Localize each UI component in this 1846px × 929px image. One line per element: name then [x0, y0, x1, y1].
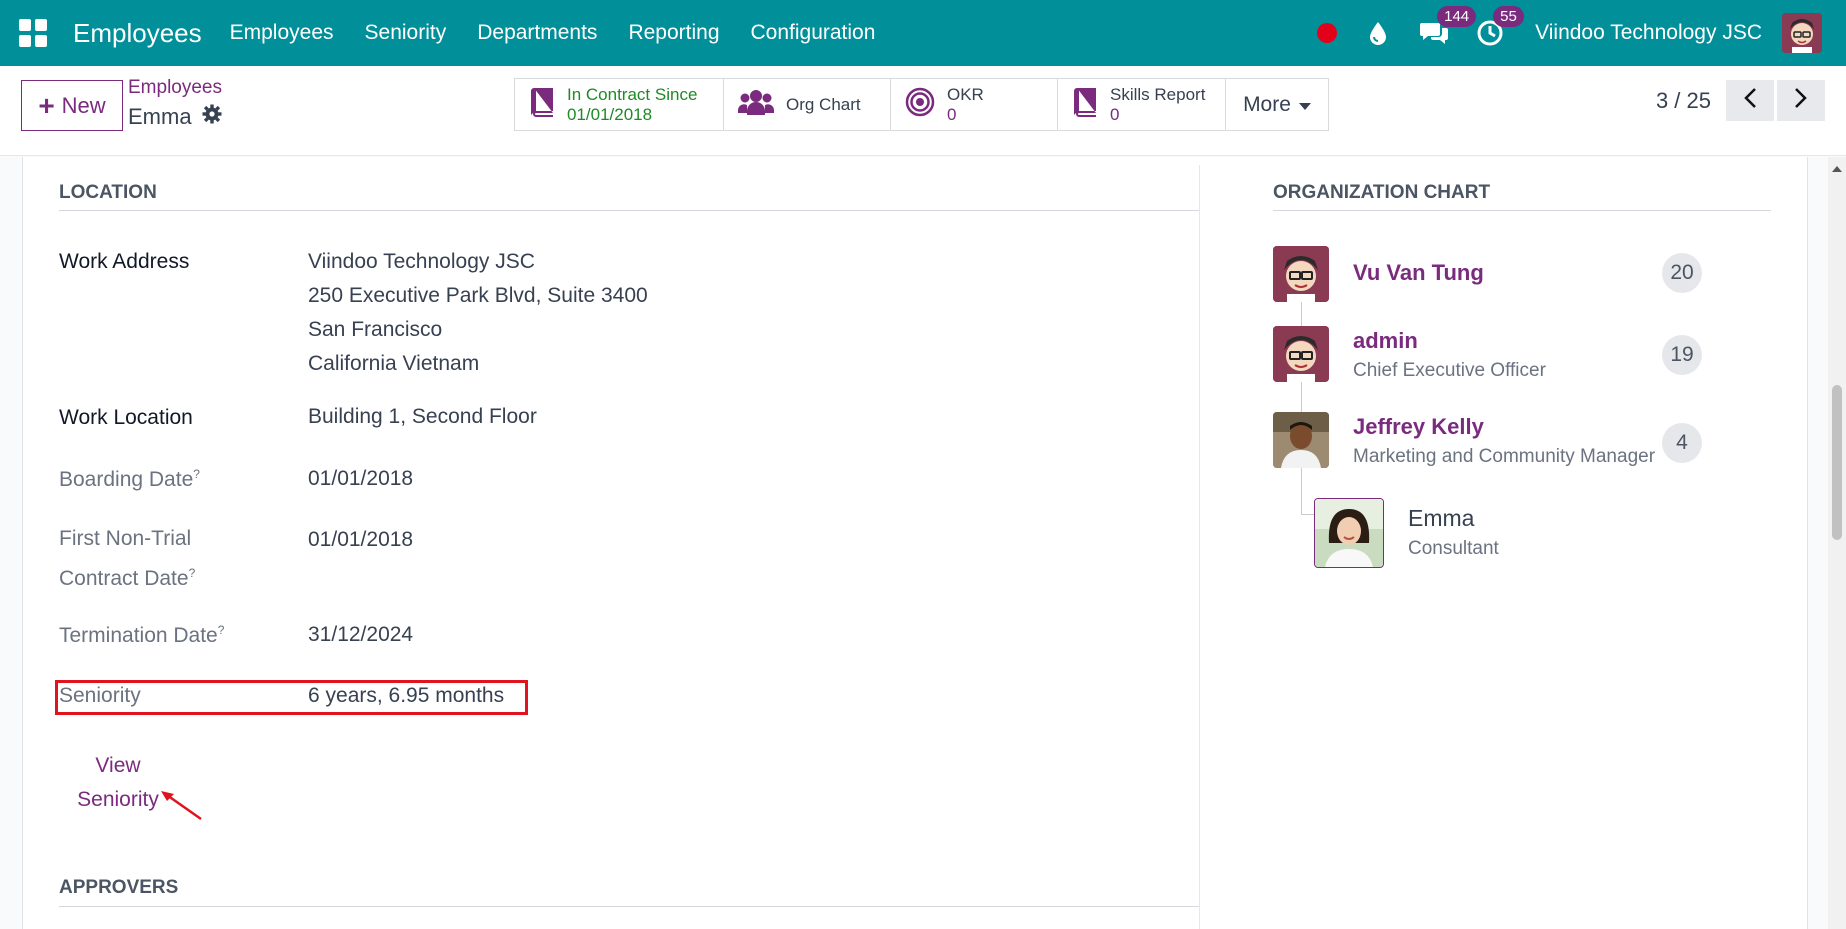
org-chart-title: ORGANIZATION CHART: [1273, 182, 1491, 203]
main-menu: Employees Seniority Departments Reportin…: [230, 21, 876, 45]
menu-seniority[interactable]: Seniority: [365, 21, 447, 45]
users-icon: [738, 88, 774, 121]
avatar[interactable]: [1273, 412, 1329, 468]
breadcrumb-parent[interactable]: Employees: [128, 77, 222, 99]
messages-icon[interactable]: 144: [1419, 6, 1477, 48]
activities-badge: 55: [1493, 6, 1524, 27]
scrollbar[interactable]: [1828, 157, 1846, 929]
org-chart-smart-button[interactable]: Org Chart: [724, 79, 891, 130]
org-manager-row[interactable]: Jeffrey Kelly Marketing and Community Ma…: [1273, 412, 1655, 468]
caret-down-icon: [1298, 93, 1311, 117]
scrollbar-thumb[interactable]: [1832, 385, 1842, 540]
subordinates-count-badge[interactable]: 20: [1662, 253, 1702, 293]
section-divider: [59, 906, 1199, 907]
org-manager-name[interactable]: admin: [1353, 328, 1546, 354]
smart-buttons: In Contract Since 01/01/2018 Org Chart OK…: [514, 78, 1329, 131]
chevron-right-icon: [1794, 87, 1808, 115]
termination-date-label: Termination Date?: [59, 623, 225, 647]
pager-next-button[interactable]: [1777, 80, 1825, 121]
activities-icon[interactable]: 55: [1475, 6, 1524, 48]
user-avatar[interactable]: [1782, 13, 1822, 53]
org-self-row: Emma Consultant: [1314, 498, 1499, 568]
drop-icon[interactable]: [1363, 18, 1393, 48]
company-switcher[interactable]: Viindoo Technology JSC: [1535, 21, 1762, 45]
avatar: [1314, 498, 1384, 568]
menu-reporting[interactable]: Reporting: [628, 21, 719, 45]
org-connector: [1301, 482, 1302, 515]
column-divider: [1199, 165, 1200, 929]
menu-departments[interactable]: Departments: [477, 21, 597, 45]
approvers-section-title: APPROVERS: [59, 877, 179, 898]
section-divider: [59, 210, 1199, 211]
org-manager-name[interactable]: Jeffrey Kelly: [1353, 414, 1655, 440]
skills-report-smart-button[interactable]: Skills Report 0: [1058, 79, 1226, 130]
termination-date-field[interactable]: 31/12/2024: [308, 618, 413, 652]
help-tooltip-icon[interactable]: ?: [218, 623, 225, 637]
work-location-label: Work Location: [59, 406, 193, 429]
org-self-job: Consultant: [1408, 538, 1499, 559]
subordinates-count-badge[interactable]: 19: [1662, 335, 1702, 375]
new-button[interactable]: + New: [21, 80, 123, 131]
boarding-date-field[interactable]: 01/01/2018: [308, 462, 413, 496]
messages-badge: 144: [1437, 6, 1477, 27]
pager-previous-button[interactable]: [1726, 80, 1774, 121]
org-connector: [1301, 514, 1314, 515]
plus-icon: +: [38, 89, 55, 121]
section-divider: [1273, 210, 1771, 211]
record-icon[interactable]: [1317, 23, 1338, 43]
subordinates-count-badge[interactable]: 4: [1662, 423, 1702, 463]
menu-employees[interactable]: Employees: [230, 21, 334, 45]
help-tooltip-icon[interactable]: ?: [193, 467, 200, 481]
scroll-up-icon[interactable]: [1832, 166, 1842, 172]
org-manager-job: Marketing and Community Manager: [1353, 446, 1656, 467]
form-sheet: [22, 157, 1808, 929]
org-manager-name[interactable]: Vu Van Tung: [1353, 260, 1484, 286]
org-manager-job: Chief Executive Officer: [1353, 360, 1546, 381]
first-contract-date-label: First Non-Trial Contract Date?: [59, 527, 196, 590]
avatar[interactable]: [1273, 326, 1329, 382]
target-icon: [905, 87, 935, 122]
chevron-left-icon: [1743, 87, 1757, 115]
work-location-field[interactable]: Building 1, Second Floor: [308, 400, 537, 434]
boarding-date-label: Boarding Date?: [59, 467, 200, 491]
avatar[interactable]: [1273, 246, 1329, 302]
org-manager-row[interactable]: Vu Van Tung: [1273, 246, 1484, 302]
contract-smart-button[interactable]: In Contract Since 01/01/2018: [515, 79, 724, 130]
more-button[interactable]: More: [1226, 79, 1328, 130]
seniority-highlight-box: [55, 680, 528, 715]
breadcrumb-current: Emma: [128, 104, 222, 130]
org-self-name: Emma: [1408, 505, 1475, 531]
org-manager-row[interactable]: admin Chief Executive Officer: [1273, 326, 1546, 382]
annotation-arrow-icon: [161, 791, 202, 821]
pager: 3 / 25: [1656, 80, 1825, 121]
first-contract-date-field[interactable]: 01/01/2018: [308, 523, 413, 557]
app-brand[interactable]: Employees: [73, 18, 202, 49]
menu-configuration[interactable]: Configuration: [751, 21, 876, 45]
work-address-field[interactable]: Viindoo Technology JSC 250 Executive Par…: [308, 245, 648, 381]
pager-value[interactable]: 3 / 25: [1656, 88, 1711, 114]
navbar-systray: 144 55 Viindoo Technology JSC: [1317, 0, 1846, 66]
help-tooltip-icon[interactable]: ?: [189, 566, 196, 580]
app-grid-icon[interactable]: [19, 19, 47, 47]
gear-icon[interactable]: [202, 104, 222, 130]
view-seniority-button[interactable]: View Seniority: [68, 749, 168, 817]
top-navbar: Employees Employees Seniority Department…: [0, 0, 1846, 66]
okr-smart-button[interactable]: OKR 0: [891, 79, 1058, 130]
control-panel: + New Employees Emma In Contract Since 01/…: [0, 66, 1846, 156]
work-address-label: Work Address: [59, 250, 190, 273]
book-icon: [529, 87, 555, 122]
location-section-title: LOCATION: [59, 182, 157, 203]
book-icon: [1072, 87, 1098, 122]
